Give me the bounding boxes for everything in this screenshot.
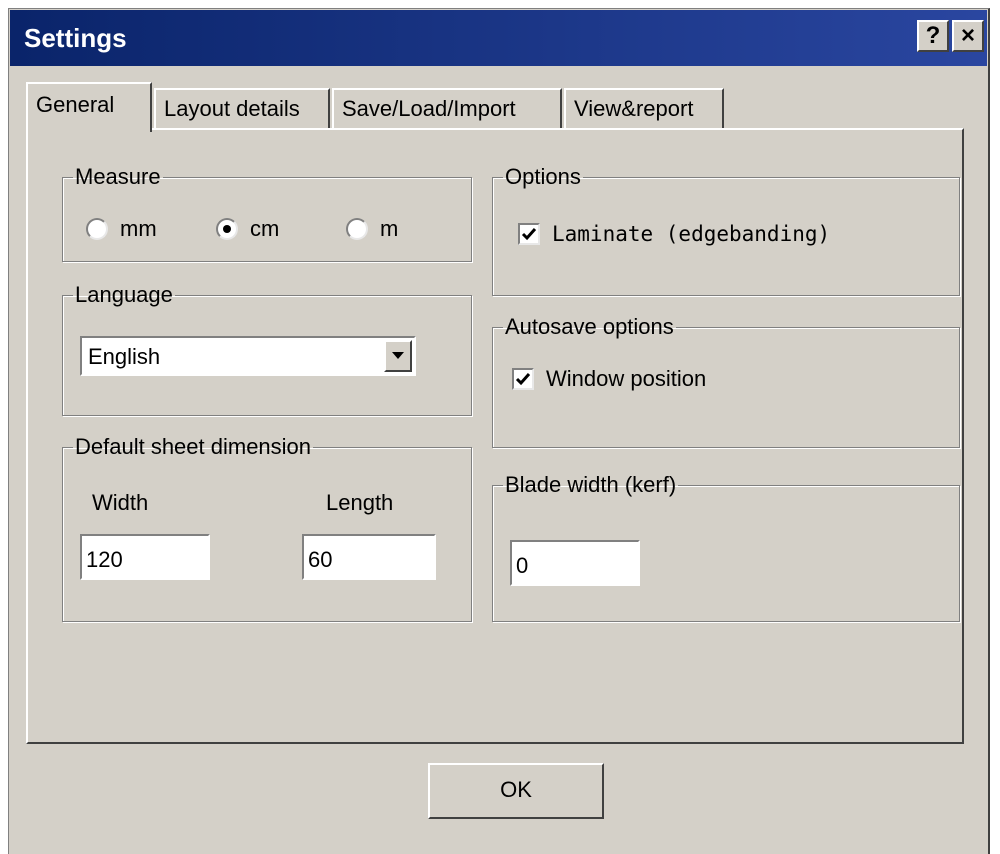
length-label: Length bbox=[326, 490, 394, 515]
measure-legend: Measure bbox=[75, 164, 161, 189]
measure-mm-label: mm bbox=[120, 216, 157, 241]
title-bar[interactable]: Settings ? × bbox=[10, 10, 987, 66]
language-legend: Language bbox=[75, 282, 173, 307]
measure-cm-radio[interactable]: cm bbox=[216, 216, 279, 242]
options-legend: Options bbox=[505, 164, 581, 189]
width-input[interactable] bbox=[80, 534, 210, 580]
sheet-dimension-group: Default sheet dimension bbox=[62, 436, 472, 622]
width-label: Width bbox=[92, 490, 149, 515]
tab-view-report[interactable]: View&report bbox=[564, 88, 724, 130]
dropdown-arrow-icon[interactable] bbox=[384, 340, 412, 372]
general-tab-panel: Measure mm cm m Options Laminate (edgeba… bbox=[26, 128, 964, 744]
tab-layout-details[interactable]: Layout details bbox=[154, 88, 330, 130]
measure-mm-radio[interactable]: mm bbox=[86, 216, 157, 242]
tab-general[interactable]: General bbox=[26, 82, 152, 132]
radio-icon bbox=[346, 218, 368, 240]
radio-icon bbox=[86, 218, 108, 240]
window-position-checkbox[interactable]: Window position bbox=[512, 366, 706, 392]
autosave-legend: Autosave options bbox=[505, 314, 674, 339]
language-select[interactable]: English bbox=[80, 336, 416, 376]
close-button[interactable]: × bbox=[952, 20, 984, 52]
language-selected-value: English bbox=[88, 344, 161, 369]
ok-button[interactable]: OK bbox=[428, 763, 604, 819]
measure-group: Measure bbox=[62, 166, 472, 262]
length-input[interactable] bbox=[302, 534, 436, 580]
window-position-label: Window position bbox=[546, 366, 707, 391]
radio-selected-icon bbox=[216, 218, 238, 240]
laminate-label: Laminate (edgebanding) bbox=[552, 222, 831, 246]
measure-m-label: m bbox=[380, 216, 399, 241]
measure-cm-label: cm bbox=[250, 216, 280, 241]
laminate-checkbox[interactable]: Laminate (edgebanding) bbox=[518, 222, 830, 246]
help-button[interactable]: ? bbox=[917, 20, 949, 52]
measure-m-radio[interactable]: m bbox=[346, 216, 398, 242]
check-mark-icon bbox=[518, 223, 540, 245]
tab-save-load-import[interactable]: Save/Load/Import bbox=[332, 88, 562, 130]
check-mark-icon bbox=[512, 368, 534, 390]
window-title: Settings bbox=[24, 23, 127, 53]
blade-width-input[interactable] bbox=[510, 540, 640, 586]
blade-width-legend: Blade width (kerf) bbox=[505, 472, 677, 497]
sheet-dimension-legend: Default sheet dimension bbox=[75, 434, 312, 459]
